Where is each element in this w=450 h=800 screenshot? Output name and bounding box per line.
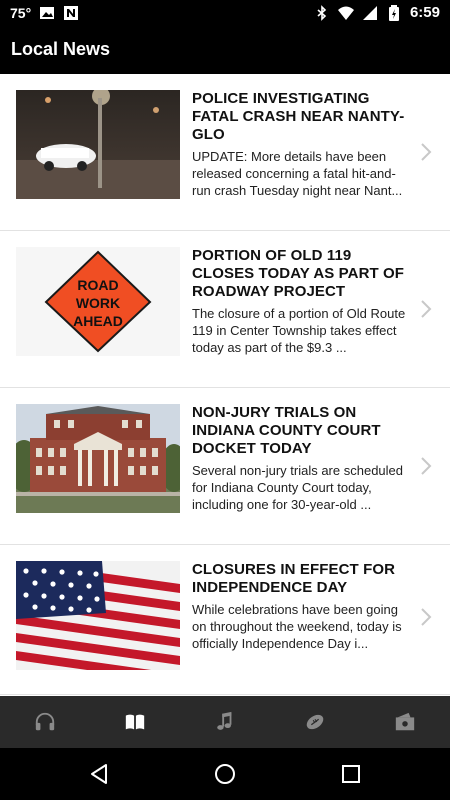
temperature: 75°	[10, 5, 32, 21]
wifi-icon	[337, 5, 354, 21]
image-icon	[39, 5, 55, 21]
signal-icon	[362, 5, 378, 21]
article-headline[interactable]: NON-JURY TRIALS ON INDIANA COUNTY COURT …	[192, 404, 410, 458]
article-headline[interactable]: POLICE INVESTIGATING FATAL CRASH NEAR NA…	[192, 90, 410, 144]
tab-news[interactable]	[90, 696, 180, 748]
article-thumbnail	[16, 90, 180, 199]
home-icon[interactable]	[213, 762, 237, 786]
sign-text-work: WORK	[76, 295, 120, 311]
chevron-right-icon[interactable]	[420, 607, 432, 627]
tab-music[interactable]	[180, 696, 270, 748]
tab-sports[interactable]	[270, 696, 360, 748]
news-app-icon	[63, 5, 79, 21]
book-open-icon	[125, 714, 145, 730]
status-right: 6:59	[314, 4, 440, 21]
news-item[interactable]: CLOSURES IN EFFECT FOR INDEPENDENCE DAY …	[0, 545, 450, 695]
status-left: 75°	[10, 5, 79, 21]
chevron-right-icon[interactable]	[420, 142, 432, 162]
news-list[interactable]: POLICE INVESTIGATING FATAL CRASH NEAR NA…	[0, 74, 450, 696]
article-thumbnail	[16, 404, 180, 513]
back-icon[interactable]	[87, 762, 111, 786]
tab-listen[interactable]	[0, 696, 90, 748]
football-icon	[306, 714, 324, 730]
headphones-icon	[35, 712, 55, 731]
article-thumbnail	[16, 561, 180, 670]
news-item[interactable]: NON-JURY TRIALS ON INDIANA COUNTY COURT …	[0, 388, 450, 545]
battery-charging-icon	[386, 4, 402, 21]
music-note-icon	[217, 711, 232, 730]
chevron-right-icon[interactable]	[420, 299, 432, 319]
tab-tickets[interactable]	[360, 696, 450, 748]
sign-text-ahead: AHEAD	[73, 313, 123, 329]
article-headline[interactable]: PORTION OF OLD 119 CLOSES TODAY AS PART …	[192, 247, 410, 301]
sign-text-road: ROAD	[77, 277, 118, 293]
recents-icon[interactable]	[339, 762, 363, 786]
bluetooth-icon	[314, 4, 330, 21]
ticket-icon	[395, 712, 415, 731]
page-title: Local News	[11, 39, 111, 59]
system-nav-bar	[0, 748, 450, 800]
clock: 6:59	[409, 4, 440, 21]
news-item[interactable]: ROAD WORK AHEAD PORTION OF OLD 119 CLOSE…	[0, 231, 450, 388]
article-summary: Several non-jury trials are scheduled fo…	[192, 463, 403, 512]
article-headline[interactable]: CLOSURES IN EFFECT FOR INDEPENDENCE DAY	[192, 561, 410, 597]
bottom-tab-bar	[0, 696, 450, 748]
chevron-right-icon[interactable]	[420, 456, 432, 476]
status-bar: 75° 6:59	[0, 0, 450, 28]
article-summary: The closure of a portion of Old Route 11…	[192, 306, 406, 355]
article-summary: UPDATE: More details have been released …	[192, 149, 403, 198]
article-summary: While celebrations have been going on th…	[192, 602, 402, 651]
article-thumbnail: ROAD WORK AHEAD	[16, 247, 180, 356]
app-bar: Local News	[0, 28, 450, 74]
news-item[interactable]: POLICE INVESTIGATING FATAL CRASH NEAR NA…	[0, 74, 450, 231]
